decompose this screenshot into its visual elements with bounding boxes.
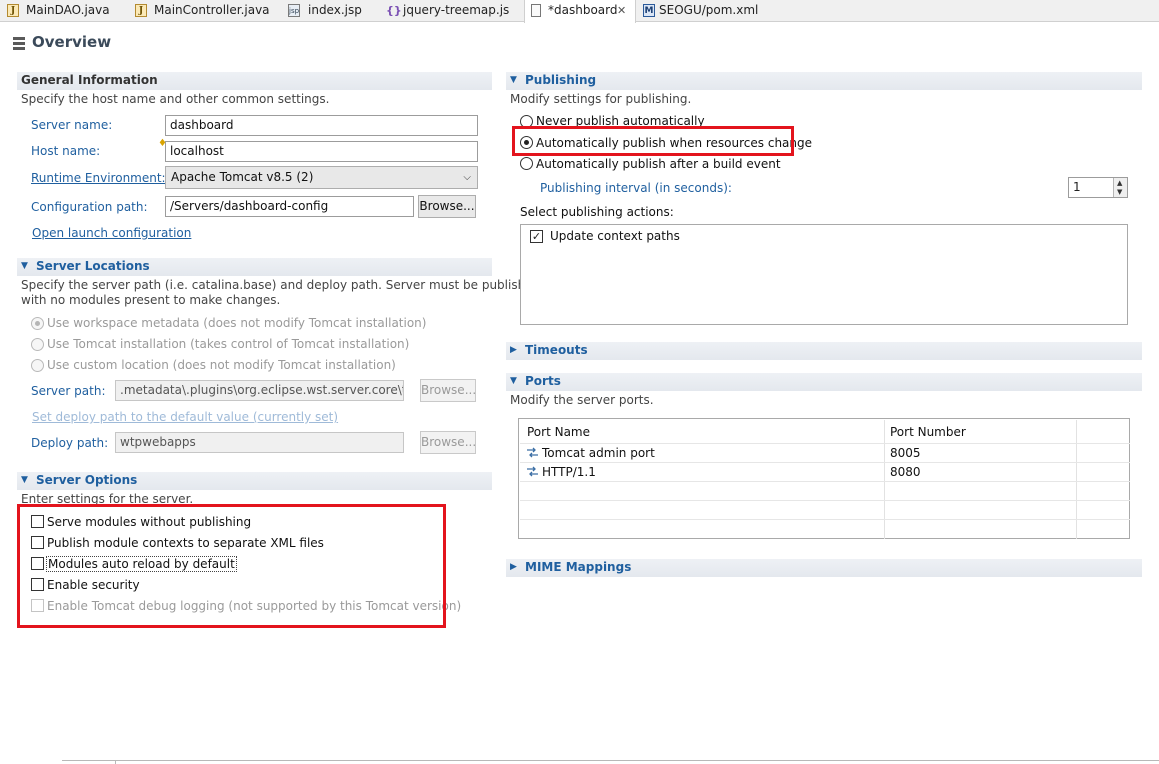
section-description: Modify settings for publishing.	[510, 92, 692, 106]
port-plug-icon	[527, 466, 538, 477]
publishing-interval-spinner[interactable]: 1 ▲ ▼	[1068, 177, 1128, 198]
section-description: Modify the server ports.	[510, 393, 654, 407]
deploy-path-label: Deploy path:	[31, 436, 109, 450]
publishing-actions-list[interactable]: ✓ Update context paths	[520, 224, 1128, 325]
highlight-box-publishing	[512, 126, 794, 156]
tab-dashboard[interactable]: *dashboard ✕	[524, 0, 636, 23]
column-header-port-name[interactable]: Port Name	[527, 425, 590, 439]
java-file-icon: J	[7, 4, 19, 17]
expanded-arrow-icon: ▼	[510, 376, 517, 386]
section-ports[interactable]: ▼ Ports	[506, 373, 1142, 391]
section-description: Specify the server path (i.e. catalina.b…	[21, 278, 541, 292]
js-file-icon: {}	[386, 4, 402, 17]
server-path-input[interactable]: .metadata\.plugins\org.eclipse.wst.serve…	[115, 380, 404, 401]
server-name-input[interactable]: dashboard	[165, 115, 478, 136]
runtime-environment-select[interactable]: Apache Tomcat v8.5 (2) ⌵	[165, 166, 478, 189]
section-timeouts[interactable]: ▶ Timeouts	[506, 342, 1142, 360]
close-icon[interactable]: ✕	[617, 0, 626, 21]
host-name-input[interactable]: localhost	[165, 141, 478, 162]
configuration-browse-button[interactable]: Browse...	[418, 195, 476, 218]
tab-index-jsp[interactable]: jsp index.jsp	[283, 0, 378, 22]
section-server-locations[interactable]: ▼ Server Locations	[17, 258, 492, 276]
section-mime-mappings[interactable]: ▶ MIME Mappings	[506, 559, 1142, 577]
open-launch-configuration-link[interactable]: Open launch configuration	[32, 226, 191, 240]
update-context-paths-label: Update context paths	[550, 229, 680, 243]
server-path-label: Server path:	[31, 384, 106, 398]
tab-pom-xml[interactable]: M SEOGU/pom.xml	[638, 0, 768, 22]
bottom-tab-edge	[62, 760, 1159, 761]
update-context-paths-checkbox[interactable]: ✓	[530, 230, 543, 243]
ports-table[interactable]: Port Name Port Number Tomcat admin port …	[518, 418, 1130, 539]
highlight-box-server-options	[17, 504, 446, 628]
server-name-label: Server name:	[31, 118, 113, 132]
expanded-arrow-icon: ▼	[21, 475, 28, 485]
jsp-file-icon: jsp	[288, 4, 300, 17]
overview-icon	[13, 37, 25, 50]
tab-jquery-treemap[interactable]: {} jquery-treemap.js	[381, 0, 521, 22]
port-name-cell: Tomcat admin port	[542, 446, 655, 460]
tab-maincontroller[interactable]: J MainController.java	[130, 0, 280, 22]
expanded-arrow-icon: ▼	[510, 75, 517, 85]
use-tomcat-installation-radio[interactable]	[31, 338, 44, 351]
port-name-cell: HTTP/1.1	[542, 465, 596, 479]
server-icon	[531, 4, 541, 17]
section-general-information: General Information	[17, 72, 492, 90]
use-workspace-metadata-radio[interactable]	[31, 317, 44, 330]
configuration-path-input[interactable]: /Servers/dashboard-config	[165, 196, 414, 217]
section-description: with no modules present to make changes.	[21, 293, 281, 307]
section-server-options[interactable]: ▼ Server Options	[17, 472, 492, 490]
publishing-interval-label: Publishing interval (in seconds):	[540, 181, 732, 195]
use-custom-location-label: Use custom location (does not modify Tom…	[47, 358, 396, 372]
host-name-label: Host name:	[31, 144, 101, 158]
deploy-path-input[interactable]: wtpwebapps	[115, 432, 404, 453]
port-plug-icon	[527, 447, 538, 458]
auto-publish-build-radio[interactable]	[520, 157, 533, 170]
auto-publish-build-label: Automatically publish after a build even…	[536, 157, 781, 171]
use-tomcat-installation-label: Use Tomcat installation (takes control o…	[47, 337, 410, 351]
port-number-cell[interactable]: 8005	[890, 446, 921, 460]
publishing-actions-label: Select publishing actions:	[520, 205, 674, 219]
column-header-port-number[interactable]: Port Number	[890, 425, 966, 439]
collapsed-arrow-icon: ▶	[510, 562, 517, 572]
editor-tab-bar: J MainDAO.java J MainController.java jsp…	[0, 0, 1159, 23]
set-default-deploy-path-link[interactable]: Set deploy path to the default value (cu…	[32, 410, 338, 424]
configuration-path-label: Configuration path:	[31, 200, 148, 214]
spinner-up-icon[interactable]: ▲	[1117, 179, 1122, 187]
runtime-environment-link[interactable]: Runtime Environment:	[31, 171, 166, 185]
chevron-down-icon: ⌵	[463, 172, 471, 183]
collapsed-arrow-icon: ▶	[510, 345, 517, 355]
page-title: Overview	[32, 33, 112, 51]
tab-maindao[interactable]: J MainDAO.java	[0, 0, 140, 22]
java-file-icon: J	[135, 4, 147, 17]
maven-pom-icon: M	[643, 4, 655, 17]
spinner-down-icon[interactable]: ▼	[1117, 188, 1122, 196]
use-custom-location-radio[interactable]	[31, 359, 44, 372]
expanded-arrow-icon: ▼	[21, 261, 28, 271]
section-publishing[interactable]: ▼ Publishing	[506, 72, 1142, 90]
port-number-cell[interactable]: 8080	[890, 465, 921, 479]
section-description: Specify the host name and other common s…	[21, 92, 330, 106]
deploy-path-browse-button[interactable]: Browse...	[420, 431, 476, 454]
server-path-browse-button[interactable]: Browse...	[420, 379, 476, 402]
use-workspace-metadata-label: Use workspace metadata (does not modify …	[47, 316, 427, 330]
